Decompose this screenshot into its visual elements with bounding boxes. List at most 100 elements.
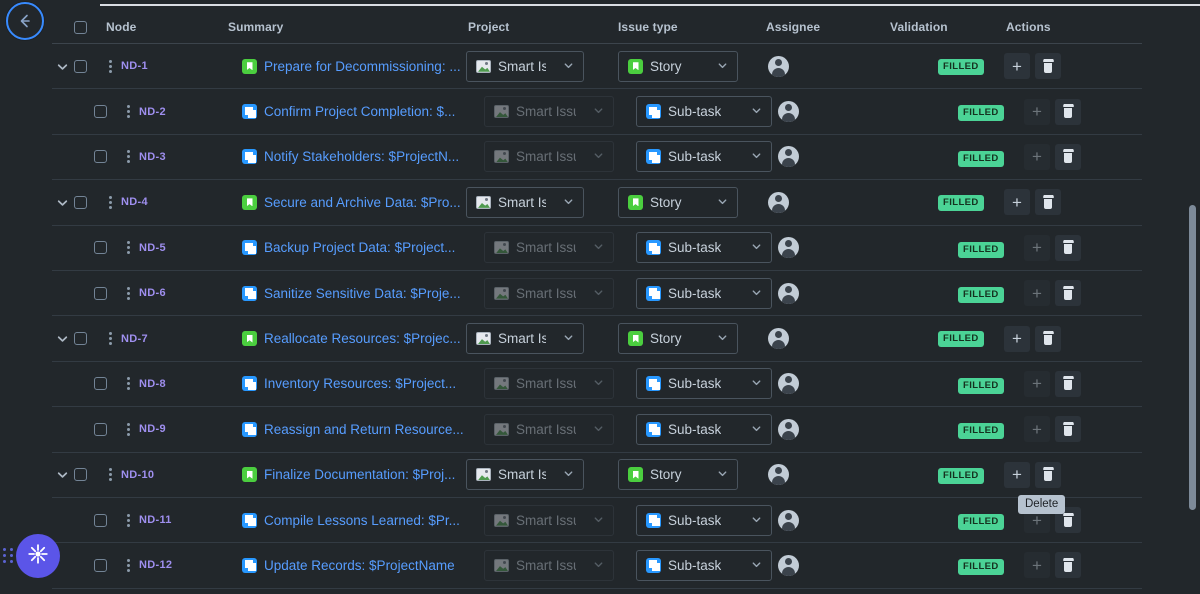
issue-type-select[interactable]: Sub-task (636, 414, 772, 445)
project-select-value: Smart Issue T (516, 513, 576, 528)
delete-row-button[interactable] (1055, 507, 1081, 533)
issue-type-select[interactable]: Story (618, 187, 738, 218)
row-select-checkbox[interactable] (74, 60, 87, 73)
delete-row-button[interactable] (1035, 326, 1061, 352)
fab-drag-handle[interactable] (3, 548, 14, 563)
row-select-checkbox[interactable] (94, 150, 107, 163)
add-row-button[interactable]: + (1024, 416, 1050, 442)
issue-type-select[interactable]: Story (618, 459, 738, 490)
delete-row-button[interactable] (1055, 280, 1081, 306)
issue-type-select[interactable]: Sub-task (636, 505, 772, 536)
vertical-scrollbar[interactable] (1189, 205, 1196, 510)
delete-row-button[interactable] (1055, 552, 1081, 578)
summary-link[interactable]: Reallocate Resources: $Projec... (242, 331, 461, 346)
row-menu-icon[interactable] (127, 377, 130, 390)
issue-type-select[interactable]: Sub-task (636, 96, 772, 127)
row-select-checkbox[interactable] (94, 377, 107, 390)
issue-type-select[interactable]: Sub-task (636, 141, 772, 172)
row-menu-icon[interactable] (109, 60, 112, 73)
add-row-button[interactable]: + (1024, 371, 1050, 397)
project-select[interactable]: Smart Issue T (466, 51, 584, 82)
row-select-checkbox[interactable] (94, 287, 107, 300)
row-menu-icon[interactable] (127, 241, 130, 254)
summary-link[interactable]: Notify Stakeholders: $ProjectN... (242, 149, 459, 164)
summary-link[interactable]: Compile Lessons Learned: $Pr... (242, 513, 460, 528)
expand-toggle-icon[interactable] (56, 44, 69, 88)
delete-row-button[interactable] (1055, 416, 1081, 442)
row-menu-icon[interactable] (127, 423, 130, 436)
summary-link[interactable]: Prepare for Decommissioning: ... (242, 59, 461, 74)
row-select-checkbox[interactable] (94, 241, 107, 254)
row-select-checkbox[interactable] (74, 196, 87, 209)
assignee-avatar[interactable] (778, 283, 799, 304)
issue-type-select[interactable]: Sub-task (636, 550, 772, 581)
project-select[interactable]: Smart Issue T (466, 187, 584, 218)
project-avatar-icon (494, 287, 509, 300)
add-row-button[interactable]: + (1024, 99, 1050, 125)
row-actions: + (1004, 462, 1061, 488)
delete-row-button[interactable] (1035, 189, 1061, 215)
issue-type-select[interactable]: Sub-task (636, 232, 772, 263)
row-select-checkbox[interactable] (94, 559, 107, 572)
project-select[interactable]: Smart Issue T (466, 459, 584, 490)
summary-link[interactable]: Finalize Documentation: $Proj... (242, 467, 455, 482)
row-menu-icon[interactable] (109, 196, 112, 209)
assignee-avatar[interactable] (778, 237, 799, 258)
add-row-button[interactable]: + (1024, 507, 1050, 533)
assignee-avatar[interactable] (778, 555, 799, 576)
assignee-avatar[interactable] (768, 464, 789, 485)
add-row-button[interactable]: + (1024, 280, 1050, 306)
add-row-button[interactable]: + (1024, 235, 1050, 261)
delete-row-button[interactable] (1035, 53, 1061, 79)
summary-link[interactable]: Backup Project Data: $Project... (242, 240, 455, 255)
summary-link[interactable]: Inventory Resources: $Project... (242, 376, 456, 391)
add-row-button[interactable]: + (1004, 326, 1030, 352)
summary-link[interactable]: Secure and Archive Data: $Pro... (242, 195, 461, 210)
assignee-avatar[interactable] (778, 146, 799, 167)
summary-link[interactable]: Update Records: $ProjectName (242, 558, 455, 573)
issue-type-select[interactable]: Story (618, 51, 738, 82)
issue-type-select[interactable]: Story (618, 323, 738, 354)
select-all-checkbox[interactable] (74, 21, 87, 34)
row-menu-icon[interactable] (109, 332, 112, 345)
row-menu-icon[interactable] (127, 287, 130, 300)
expand-toggle-icon[interactable] (56, 453, 69, 497)
summary-link[interactable]: Confirm Project Completion: $... (242, 104, 455, 119)
delete-row-button[interactable] (1055, 99, 1081, 125)
row-select-checkbox[interactable] (74, 468, 87, 481)
row-menu-icon[interactable] (127, 514, 130, 527)
issue-type-select[interactable]: Sub-task (636, 278, 772, 309)
assignee-avatar[interactable] (778, 419, 799, 440)
row-select-checkbox[interactable] (94, 423, 107, 436)
row-menu-icon[interactable] (127, 105, 130, 118)
add-row-button[interactable]: + (1024, 144, 1050, 170)
back-button[interactable] (6, 2, 44, 40)
assistant-fab-button[interactable] (16, 534, 60, 578)
delete-row-button[interactable] (1035, 462, 1061, 488)
add-row-button[interactable]: + (1004, 53, 1030, 79)
row-select-checkbox[interactable] (94, 514, 107, 527)
row-menu-icon[interactable] (127, 559, 130, 572)
issue-type-select[interactable]: Sub-task (636, 368, 772, 399)
add-row-button[interactable]: + (1024, 552, 1050, 578)
expand-toggle-icon[interactable] (56, 180, 69, 224)
row-select-checkbox[interactable] (94, 105, 107, 118)
assignee-avatar[interactable] (768, 192, 789, 213)
assignee-avatar[interactable] (778, 101, 799, 122)
add-row-button[interactable]: + (1004, 462, 1030, 488)
add-row-button[interactable]: + (1004, 189, 1030, 215)
assignee-avatar[interactable] (778, 373, 799, 394)
summary-link[interactable]: Reassign and Return Resource... (242, 422, 464, 437)
assignee-avatar[interactable] (768, 56, 789, 77)
delete-row-button[interactable] (1055, 235, 1081, 261)
summary-link[interactable]: Sanitize Sensitive Data: $Proje... (242, 286, 461, 301)
row-select-checkbox[interactable] (74, 332, 87, 345)
assignee-avatar[interactable] (778, 510, 799, 531)
project-select[interactable]: Smart Issue T (466, 323, 584, 354)
row-menu-icon[interactable] (127, 150, 130, 163)
row-menu-icon[interactable] (109, 468, 112, 481)
delete-row-button[interactable] (1055, 371, 1081, 397)
delete-row-button[interactable] (1055, 144, 1081, 170)
expand-toggle-icon[interactable] (56, 316, 69, 360)
assignee-avatar[interactable] (768, 328, 789, 349)
